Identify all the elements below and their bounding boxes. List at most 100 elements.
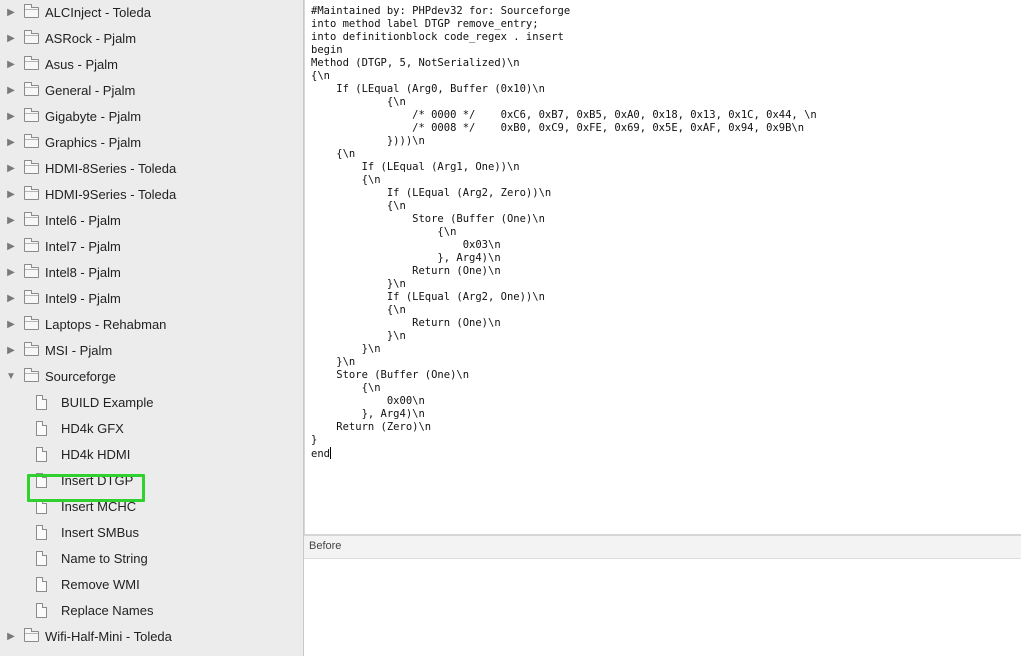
code-line: #Maintained by: PHPdev32 for: Sourceforg… [311,5,571,17]
disclosure-right-icon[interactable]: ▶ [6,26,16,52]
code-line: }\n [311,278,406,290]
sidebar-folder[interactable]: ▶ ALCInject - Toleda [0,0,303,26]
disclosure-right-icon[interactable]: ▶ [6,208,16,234]
disclosure-right-icon[interactable]: ▶ [6,104,16,130]
disclosure-right-icon[interactable]: ▶ [6,624,16,650]
folder-icon [24,212,39,226]
sidebar-item-label: Intel8 - Pjalm [45,265,121,280]
code-line: Return (Zero)\n [311,421,432,433]
sidebar-item-label: ALCInject - Toleda [45,5,151,20]
sidebar-file[interactable]: BUILD Example [0,390,303,416]
folder-icon [24,30,39,44]
sidebar-file[interactable]: Replace Names [0,598,303,624]
disclosure-right-icon[interactable]: ▶ [6,52,16,78]
code-line: /* 0008 */ 0xB0, 0xC9, 0xFE, 0x69, 0x5E,… [311,122,805,134]
code-line: into definitionblock code_regex . insert [311,31,564,43]
sidebar-item-label: Name to String [61,551,148,566]
sidebar-file[interactable]: Insert MCHC [0,494,303,520]
code-line: {\n [311,226,457,238]
disclosure-right-icon[interactable]: ▶ [6,312,16,338]
sidebar-item-label: Intel7 - Pjalm [45,239,121,254]
code-line: }, Arg4)\n [311,252,501,264]
code-line: If (LEqual (Arg0, Buffer (0x10)\n [311,83,545,95]
disclosure-right-icon[interactable]: ▶ [6,286,16,312]
code-line: } [311,434,318,446]
sidebar-item-label: Intel6 - Pjalm [45,213,121,228]
sidebar-item-label: General - Pjalm [45,83,136,98]
code-line: {\n [311,382,381,394]
patch-code[interactable]: #Maintained by: PHPdev32 for: Sourceforg… [305,0,1021,461]
sidebar-file[interactable]: Insert DTGP [0,468,303,494]
disclosure-down-icon[interactable]: ▼ [6,364,16,390]
code-line: begin [311,44,343,56]
sidebar-file[interactable]: Remove WMI [0,572,303,598]
disclosure-right-icon[interactable]: ▶ [6,130,16,156]
sidebar-folder[interactable]: ▶ Gigabyte - Pjalm [0,104,303,130]
folder-icon [24,82,39,96]
sidebar-folder[interactable]: ▶ Intel9 - Pjalm [0,286,303,312]
sidebar-folder[interactable]: ▶ ASRock - Pjalm [0,26,303,52]
sidebar-item-label: HD4k HDMI [61,447,131,462]
sidebar-folder[interactable]: ▶ Intel8 - Pjalm [0,260,303,286]
sidebar-folder[interactable]: ▼ Sourceforge [0,364,303,390]
patch-tree: ▶ ALCInject - Toleda ▶ ASRock - Pjalm ▶ Asus … [0,0,303,650]
patch-sidebar: ▶ ALCInject - Toleda ▶ ASRock - Pjalm ▶ Asus … [0,0,304,656]
sidebar-item-label: HDMI-9Series - Toleda [45,187,177,202]
sidebar-folder[interactable]: ▶ HDMI-8Series - Toleda [0,156,303,182]
folder-icon [24,628,39,642]
code-line: /* 0000 */ 0xC6, 0xB7, 0xB5, 0xA0, 0x18,… [311,109,817,121]
sidebar-item-label: Gigabyte - Pjalm [45,109,142,124]
sidebar-folder[interactable]: ▶ Graphics - Pjalm [0,130,303,156]
document-icon [36,525,47,540]
patch-editor[interactable]: #Maintained by: PHPdev32 for: Sourceforg… [304,0,1021,534]
code-line: 0x03\n [311,239,501,251]
code-line: }\n [311,343,381,355]
sidebar-file[interactable]: Insert SMBus [0,520,303,546]
sidebar-folder[interactable]: ▶ General - Pjalm [0,78,303,104]
disclosure-right-icon[interactable]: ▶ [6,156,16,182]
document-icon [36,577,47,592]
sidebar-file[interactable]: HD4k HDMI [0,442,303,468]
document-icon [36,395,47,410]
document-icon [36,603,47,618]
folder-icon [24,238,39,252]
sidebar-item-label: MSI - Pjalm [45,343,113,358]
document-icon [36,499,47,514]
folder-icon [24,108,39,122]
sidebar-folder[interactable]: ▶ HDMI-9Series - Toleda [0,182,303,208]
disclosure-right-icon[interactable]: ▶ [6,260,16,286]
sidebar-item-label: Insert MCHC [61,499,137,514]
sidebar-item-label: Graphics - Pjalm [45,135,142,150]
sidebar-file[interactable]: Name to String [0,546,303,572]
code-line: Return (One)\n [311,317,501,329]
sidebar-folder[interactable]: ▶ Intel7 - Pjalm [0,234,303,260]
code-line: {\n [311,304,406,316]
code-line: Method (DTGP, 5, NotSerialized)\n [311,57,520,69]
code-line: })))\n [311,135,425,147]
disclosure-right-icon[interactable]: ▶ [6,78,16,104]
folder-icon [24,186,39,200]
sidebar-file[interactable]: HD4k GFX [0,416,303,442]
disclosure-right-icon[interactable]: ▶ [6,0,16,26]
folder-icon [24,342,39,356]
before-editor[interactable] [304,559,1021,656]
app-window: ▶ ALCInject - Toleda ▶ ASRock - Pjalm ▶ Asus … [0,0,1021,656]
sidebar-folder[interactable]: ▶ Laptops - Rehabman [0,312,303,338]
folder-icon [24,316,39,330]
sidebar-folder[interactable]: ▶ Intel6 - Pjalm [0,208,303,234]
sidebar-folder[interactable]: ▶ MSI - Pjalm [0,338,303,364]
sidebar-item-label: Wifi-Half-Mini - Toleda [45,629,172,644]
code-line: {\n [311,200,406,212]
sidebar-folder[interactable]: ▶ Asus - Pjalm [0,52,303,78]
sidebar-folder[interactable]: ▶ Wifi-Half-Mini - Toleda [0,624,303,650]
disclosure-right-icon[interactable]: ▶ [6,234,16,260]
folder-icon [24,4,39,18]
disclosure-right-icon[interactable]: ▶ [6,182,16,208]
sidebar-item-label: Insert SMBus [61,525,140,540]
sidebar-item-label: Sourceforge [45,369,116,384]
code-line: {\n [311,96,406,108]
code-line: If (LEqual (Arg2, One))\n [311,291,545,303]
disclosure-right-icon[interactable]: ▶ [6,338,16,364]
code-line: If (LEqual (Arg1, One))\n [311,161,520,173]
code-line: {\n [311,148,356,160]
